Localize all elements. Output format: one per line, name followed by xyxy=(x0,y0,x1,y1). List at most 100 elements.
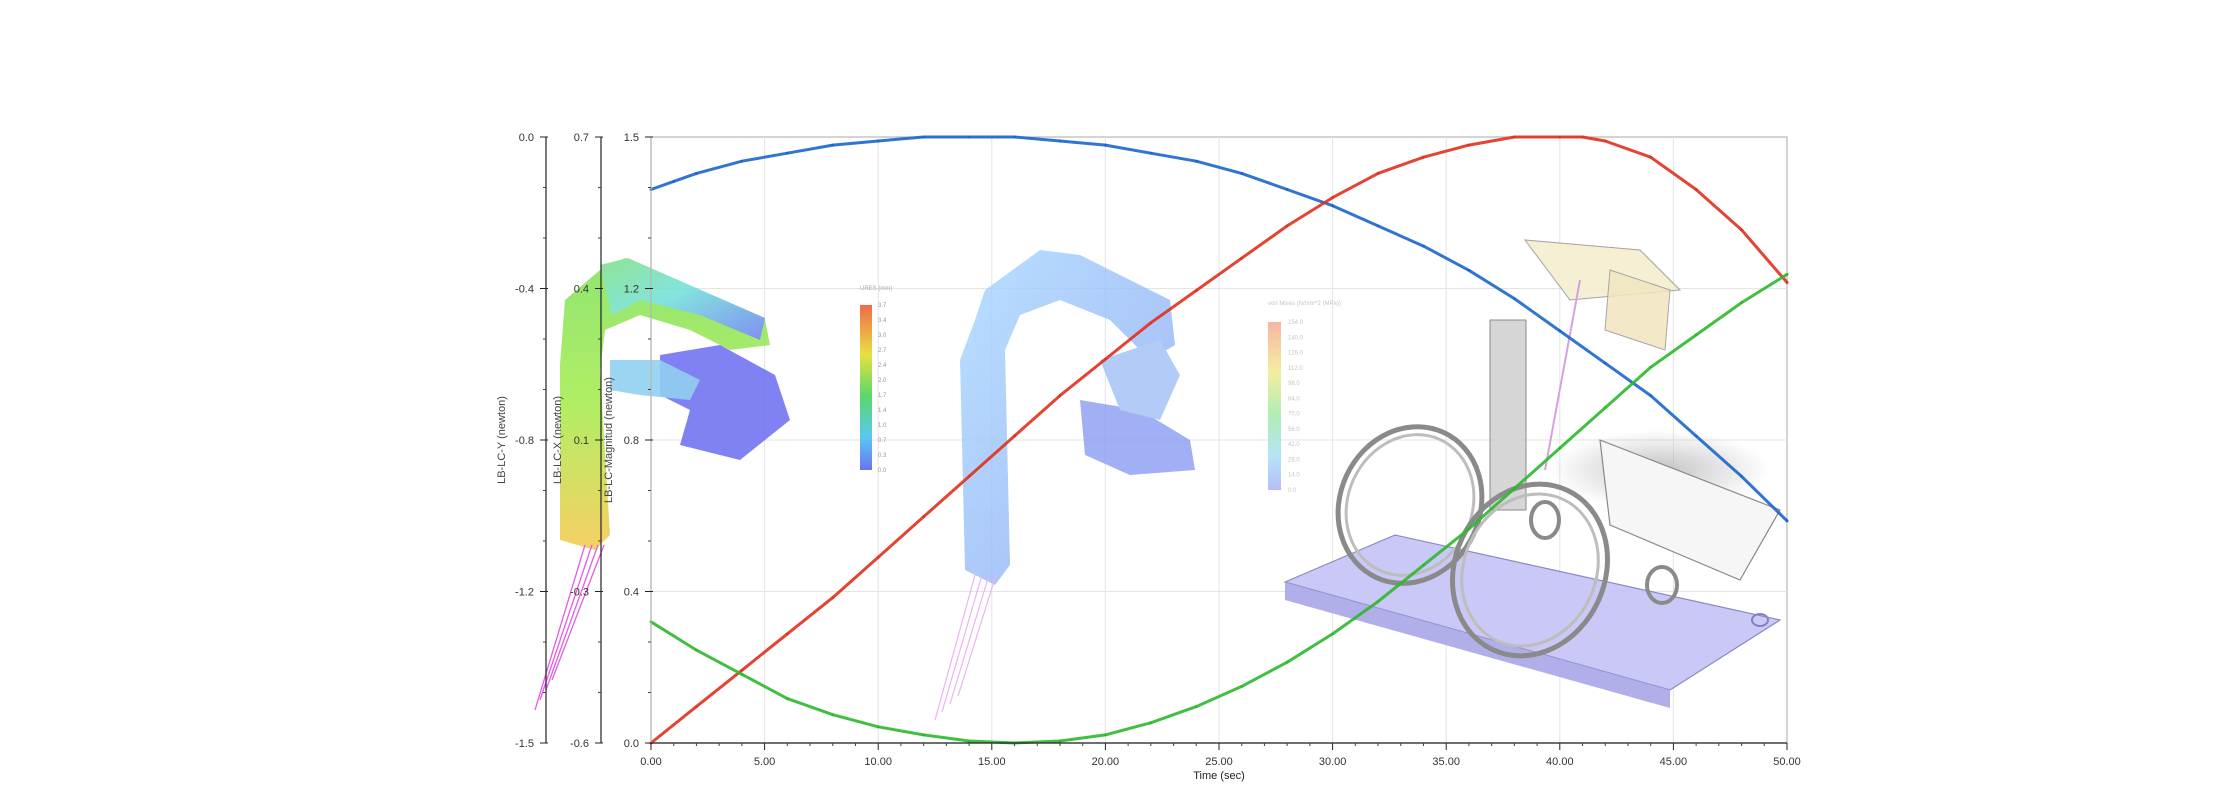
series-2-point xyxy=(1649,155,1653,159)
series-3-point xyxy=(1512,487,1516,490)
series-1-point xyxy=(967,135,971,139)
series-1-point xyxy=(1013,135,1016,139)
x-axis-label: Time (sec) xyxy=(1193,770,1245,782)
colorbar-legend-ures: URES (mm) 3.7 3.4 3.0 2.7 2.4 2.0 1.7 1.4 1.0 0.7… xyxy=(860,286,892,474)
chart-figure: URES (mm) 3.7 3.4 3.0 2.7 2.4 2.0 1.7 1.4 1.0 0.7… xyxy=(0,0,2236,800)
y-tick-label: -0.3 xyxy=(570,587,589,599)
colorbar-value: 84.0 xyxy=(1288,396,1300,402)
colorbar-value: 56.0 xyxy=(1288,427,1300,433)
x-tick-label: 25.00 xyxy=(1205,756,1233,768)
series-3-point xyxy=(876,725,880,729)
y-tick-label: -0.8 xyxy=(515,435,534,447)
colorbar-value: 28.0 xyxy=(1288,457,1300,463)
series-2-point xyxy=(1376,171,1380,175)
series-3-point xyxy=(1422,563,1425,567)
colorbar-value: 70.0 xyxy=(1288,412,1300,418)
colorbar-legend-von-mises: von Mises (N/mm^2 (MPa)) 154.0 140.0 126.0… xyxy=(1268,301,1341,494)
colorbar-value: 0.3 xyxy=(878,453,887,459)
y-tick-label: -0.4 xyxy=(515,284,534,296)
x-tick-label: 15.00 xyxy=(978,756,1006,768)
series-1-point xyxy=(876,139,880,143)
series-3-point xyxy=(1694,333,1698,337)
series-3-point xyxy=(1376,600,1380,603)
x-tick-label: 0.00 xyxy=(640,756,661,768)
y-tick-label: 0.7 xyxy=(574,132,589,144)
x-tick-label: 5.00 xyxy=(754,756,775,768)
series-3-point xyxy=(1285,660,1289,664)
series-1-point xyxy=(1240,171,1244,175)
series-1-point xyxy=(1467,268,1471,272)
series-1-point xyxy=(1558,329,1562,333)
colorbar-value: 3.7 xyxy=(878,303,887,309)
series-1-point xyxy=(831,143,835,147)
series-1-point xyxy=(1149,151,1153,155)
series-2-point xyxy=(740,668,744,672)
y-tick-label: -1.2 xyxy=(515,587,534,599)
series-2-point xyxy=(1581,135,1584,139)
series-3-point xyxy=(1104,733,1107,737)
series-3-point xyxy=(1240,685,1244,688)
series-3-point xyxy=(1194,705,1198,709)
series-1-point xyxy=(1194,159,1198,163)
series-2-point xyxy=(1785,281,1789,284)
series-2-point xyxy=(695,705,698,709)
colorbar-value: 1.0 xyxy=(878,423,887,429)
y-tick-label: 0.8 xyxy=(624,435,639,447)
series-3-point xyxy=(785,697,789,700)
series-2-point xyxy=(785,632,789,636)
y-axis-label-3: LB-LC-Magnitud (newton) xyxy=(603,377,615,503)
x-tick-label: 35.00 xyxy=(1432,756,1460,768)
colorbar-value: 1.7 xyxy=(878,393,887,399)
colorbar-value: 2.7 xyxy=(878,348,887,354)
colorbar-value: 3.0 xyxy=(878,333,887,339)
x-tick-label: 45.00 xyxy=(1660,756,1688,768)
y-tick-label: 0.4 xyxy=(574,284,589,296)
colorbar-value: 98.0 xyxy=(1288,381,1300,387)
y-tick-label: 0.1 xyxy=(574,435,589,447)
colorbar-value: 154.0 xyxy=(1288,320,1304,326)
y-tick-label: 0.0 xyxy=(519,132,534,144)
series-1-point xyxy=(1740,474,1743,478)
colorbar-value: 3.4 xyxy=(878,318,887,324)
y-axis-label-2: LB-LC-X (newton) xyxy=(552,396,564,484)
series-2-point xyxy=(1467,143,1471,147)
fea-left-model-image xyxy=(534,258,790,711)
colorbar-von-mises-bar xyxy=(1268,322,1281,490)
series-2-point xyxy=(1058,394,1062,397)
series-2-point xyxy=(1104,357,1107,361)
series-1-point xyxy=(1058,139,1062,143)
series-3-point xyxy=(1331,632,1334,636)
colorbar-ures-bar xyxy=(860,305,872,470)
y-tick-label: 0.0 xyxy=(624,738,639,750)
series-2-point xyxy=(1603,139,1607,143)
y-axis-label-1: LB-LC-Y (newton) xyxy=(496,396,508,484)
series-1-point xyxy=(1603,361,1607,365)
colorbar-value: 1.4 xyxy=(878,408,887,414)
colorbar-value: 42.0 xyxy=(1288,442,1300,448)
colorbar-value: 2.4 xyxy=(878,363,887,369)
y-tick-label: -1.5 xyxy=(515,738,534,750)
colorbar-value: 0.0 xyxy=(1288,488,1297,494)
colorbar-value: 2.0 xyxy=(878,378,887,384)
chart-svg: URES (mm) 3.7 3.4 3.0 2.7 2.4 2.0 1.7 1.4 1.0 0.7… xyxy=(496,132,1801,782)
x-tick-label: 30.00 xyxy=(1319,756,1347,768)
series-1-point xyxy=(740,159,744,163)
series-1-point xyxy=(922,135,926,139)
series-3-point xyxy=(922,733,926,737)
series-2-point xyxy=(967,474,971,478)
series-1-point xyxy=(1785,519,1789,523)
series-3-point xyxy=(740,672,744,676)
series-1-point xyxy=(1104,143,1107,147)
series-1-point xyxy=(1649,394,1653,397)
series-2-point xyxy=(1558,135,1562,139)
series-2-point xyxy=(1331,196,1334,200)
series-2-point xyxy=(922,515,926,519)
series-2-point xyxy=(876,555,880,559)
colorbar-value: 0.7 xyxy=(878,438,887,444)
colorbar-value: 112.0 xyxy=(1288,366,1303,372)
series-2-point xyxy=(1512,135,1516,139)
x-tick-label: 20.00 xyxy=(1092,756,1120,768)
series-2-point xyxy=(1422,155,1425,159)
x-tick-label: 10.00 xyxy=(864,756,892,768)
series-2-point xyxy=(1740,228,1743,232)
